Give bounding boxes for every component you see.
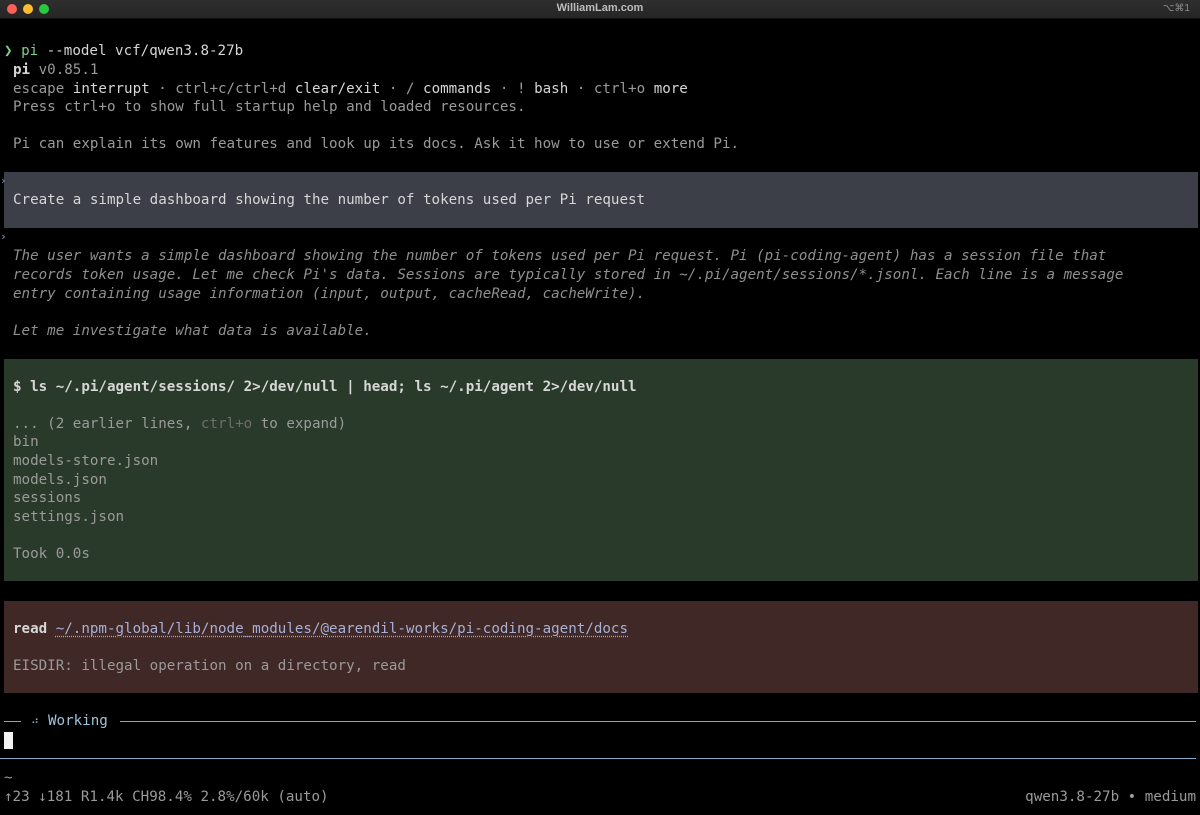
window-title: WilliamLam.com — [556, 2, 644, 14]
message-marker-icon: › — [0, 174, 7, 187]
read-tool-block — [4, 601, 1198, 693]
window-shortcut: ⌥⌘1 — [1162, 3, 1190, 14]
key-bang: · ! — [491, 81, 535, 97]
input-bottom-rule — [0, 758, 1196, 759]
thinking-line-1: The user wants a simple dashboard showin… — [13, 248, 1107, 264]
prompt-arrow-icon: ❯ — [4, 43, 13, 59]
version-line: pi v0.85.1 — [13, 61, 98, 79]
working-label: Working — [48, 713, 108, 729]
prompt-args: --model vcf/qwen3.8-27b — [38, 43, 244, 59]
action-bash: bash — [534, 81, 569, 97]
footer-stats: ↑23 ↓181 R1.4k CH98.4% 2.8%/60k (auto) — [4, 789, 329, 805]
thinking-followup: Let me investigate what data is availabl… — [13, 323, 372, 339]
key-ctrl-c: · ctrl+c/ctrl+d — [149, 81, 295, 97]
status-rule-left — [4, 721, 21, 722]
status-rule-right — [120, 721, 1196, 722]
bash-output-line: models-store.json — [13, 453, 159, 469]
action-clear-exit: clear/exit — [294, 81, 381, 97]
read-path-link[interactable]: ~/.npm-global/lib/node_modules/@earendil… — [56, 621, 628, 637]
bash-output-line: models.json — [13, 472, 107, 488]
thinking-line-2: records token usage. Let me check Pi's d… — [13, 267, 1124, 283]
window-titlebar: WilliamLam.com ⌥⌘1 — [0, 0, 1200, 19]
key-slash: · / — [380, 81, 424, 97]
bash-command: $ ls ~/.pi/agent/sessions/ 2>/dev/null |… — [13, 379, 637, 395]
bash-timing: Took 0.0s — [13, 546, 90, 562]
keybinding-line: escape interrupt · ctrl+c/ctrl+d clear/e… — [13, 80, 688, 98]
user-message: Create a simple dashboard showing the nu… — [13, 192, 646, 208]
action-more: more — [653, 81, 688, 97]
working-status: ⠴ Working — [0, 712, 1200, 730]
shell-prompt: ❯ pi --model vcf/qwen3.8-27b — [4, 24, 243, 60]
read-error: EISDIR: illegal operation on a directory… — [13, 658, 406, 674]
spinner-icon: ⠴ — [31, 714, 40, 727]
bash-output-line: sessions — [13, 490, 82, 506]
read-tool-header: read ~/.npm-global/lib/node_modules/@ear… — [13, 620, 628, 638]
bash-output-line: settings.json — [13, 509, 125, 525]
app-version: v0.85.1 — [30, 62, 99, 78]
collapsed-prefix: ... (2 earlier lines, — [13, 416, 201, 432]
key-escape: escape — [13, 81, 73, 97]
input-cursor[interactable] — [4, 732, 13, 749]
action-commands: commands — [423, 81, 492, 97]
app-name: pi — [13, 62, 31, 78]
bash-output-line: bin — [13, 434, 39, 450]
footer-cwd: ~ — [4, 770, 13, 786]
thinking-line-3: entry containing usage information (inpu… — [13, 286, 646, 302]
startup-help-line: Press ctrl+o to show full startup help a… — [13, 99, 526, 115]
read-label: read — [13, 621, 48, 637]
action-interrupt: interrupt — [72, 81, 150, 97]
collapsed-suffix: to expand) — [252, 416, 347, 432]
collapsed-lines-hint[interactable]: ... (2 earlier lines, ctrl+o to expand) — [13, 415, 346, 433]
startup-intro-line: Pi can explain its own features and look… — [13, 136, 740, 152]
footer-model: qwen3.8-27b • medium — [1025, 789, 1196, 805]
prompt-command: pi — [21, 43, 39, 59]
thinking-marker-icon: › — [0, 230, 7, 243]
key-ctrl-o: · ctrl+o — [568, 81, 654, 97]
collapsed-key: ctrl+o — [200, 416, 253, 432]
